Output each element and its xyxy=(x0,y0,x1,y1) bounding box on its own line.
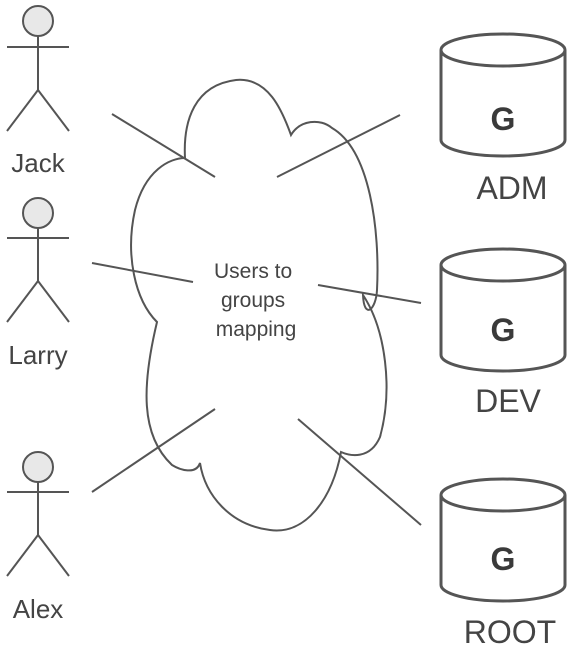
actor-alex[interactable]: Alex xyxy=(6,451,70,624)
group-label: ROOT xyxy=(464,614,556,650)
cloud-label-line: groups xyxy=(221,289,285,312)
database-icon-top xyxy=(439,477,567,513)
diagram-canvas: Users to groups mapping Jack Larry Alex xyxy=(6,5,567,650)
cloud-label-line: mapping xyxy=(216,318,297,341)
connector-larry xyxy=(91,262,194,283)
actor-leg xyxy=(6,280,39,323)
group-adm[interactable]: G ADM xyxy=(439,32,567,206)
actor-head xyxy=(22,5,54,37)
actor-head xyxy=(22,451,54,483)
cloud-label: Users to groups mapping xyxy=(214,260,298,341)
actor-label: Jack xyxy=(11,148,65,178)
actor-label: Larry xyxy=(8,340,67,370)
group-label: ADM xyxy=(476,170,547,206)
actor-leg xyxy=(37,534,70,577)
group-root[interactable]: G ROOT xyxy=(439,477,567,650)
group-dev[interactable]: G DEV xyxy=(439,247,567,419)
connector-adm xyxy=(276,114,401,178)
actor-head xyxy=(22,197,54,229)
cloud-label-line: Users to xyxy=(214,260,292,283)
connector-dev xyxy=(317,284,422,304)
database-icon-top xyxy=(439,247,567,283)
actor-leg xyxy=(37,89,70,132)
group-icon-letter: G xyxy=(491,101,516,137)
actor-larry[interactable]: Larry xyxy=(6,197,70,370)
connector-alex xyxy=(91,408,216,493)
database-icon-top xyxy=(439,32,567,68)
actor-jack[interactable]: Jack xyxy=(6,5,70,178)
group-icon-letter: G xyxy=(491,541,516,577)
group-icon-letter: G xyxy=(491,312,516,348)
actor-leg xyxy=(6,534,39,577)
connector-jack xyxy=(111,113,216,178)
actor-label: Alex xyxy=(13,594,64,624)
actor-leg xyxy=(37,280,70,323)
group-label: DEV xyxy=(475,383,541,419)
actor-leg xyxy=(6,89,39,132)
